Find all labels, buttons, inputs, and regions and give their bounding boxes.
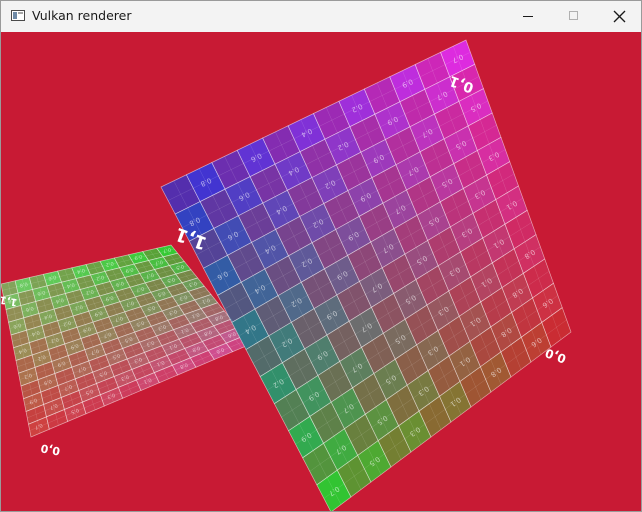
corner-label-front-right: 0,0 xyxy=(543,346,568,366)
close-icon xyxy=(613,10,626,23)
maximize-icon xyxy=(569,11,578,20)
front-quad: 0.80.60.40.20.90.70.80.60.40.20.90.70.60… xyxy=(160,39,572,511)
window-title: Vulkan renderer xyxy=(32,8,132,23)
title-bar[interactable]: Vulkan renderer xyxy=(1,1,641,32)
minimize-button[interactable] xyxy=(505,1,551,32)
minimize-icon xyxy=(523,16,533,17)
app-window-icon xyxy=(11,10,25,21)
app-window: Vulkan renderer 0.8 0.6 0.4 0.2 0.9 0.7 0.8 0.6… xyxy=(0,0,642,512)
rendered-scene: 0.80.60.40.20.90.70.80.60.40.20.90.70.60… xyxy=(1,39,572,511)
render-viewport[interactable]: 0.8 0.6 0.4 0.2 0.9 0.7 0.8 0.6 0.4 0.2 0.9 0.7 0.6 0… xyxy=(1,32,641,511)
close-button[interactable] xyxy=(597,1,641,32)
maximize-button[interactable] xyxy=(551,1,597,32)
corner-label-back-bottom-left: 0,0 xyxy=(39,441,61,457)
